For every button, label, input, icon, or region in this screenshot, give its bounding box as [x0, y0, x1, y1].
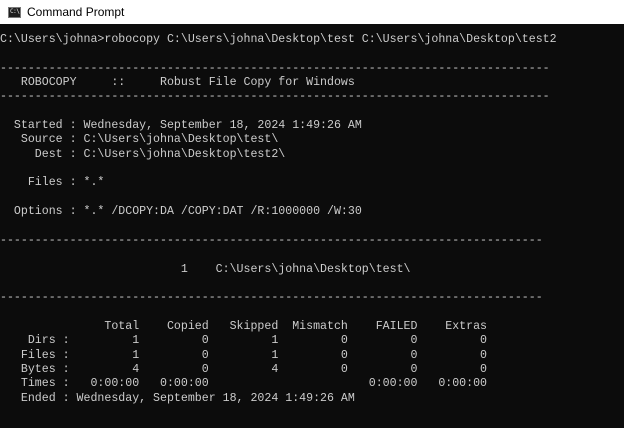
- console-line: Dest : C:\Users\johna\Desktop\test2\: [0, 147, 286, 161]
- command-prompt-icon-glyph: C:\: [10, 8, 20, 15]
- console-line: Ended : Wednesday, September 18, 2024 1:…: [0, 391, 355, 405]
- console-line: 1 C:\Users\johna\Desktop\test\: [0, 262, 411, 276]
- command-prompt-icon: C:\: [8, 6, 21, 18]
- console-line: Dirs : 1 0 1 0 0 0: [0, 334, 488, 348]
- console-line: Started : Wednesday, September 18, 2024 …: [0, 119, 362, 133]
- console-line: Bytes : 4 0 4 0 0 0: [0, 362, 488, 376]
- console-line: ROBOCOPY :: Robust File Copy for Windows: [0, 76, 355, 90]
- console-line: C:\Users\johna>robocopy C:\Users\johna\D…: [0, 33, 557, 46]
- console-line: Source : C:\Users\johna\Desktop\test\: [0, 133, 279, 147]
- console-line: Times : 0:00:00 0:00:00 0:00:00 0:00:00: [0, 377, 488, 391]
- window-title: Command Prompt: [27, 5, 125, 19]
- console-line: ----------------------------------------…: [0, 291, 543, 305]
- console-output[interactable]: C:\Users\johna>robocopy C:\Users\johna\D…: [0, 33, 624, 428]
- title-bar[interactable]: C:\ Command Prompt: [0, 0, 624, 24]
- console-line: ----------------------------------------…: [0, 233, 543, 247]
- command-prompt-window: C:\ Command Prompt C:\Users\johna>roboco…: [0, 0, 624, 428]
- console-line: Files : 1 0 1 0 0 0: [0, 348, 488, 362]
- console-line: Options : *.* /DCOPY:DA /COPY:DAT /R:100…: [0, 205, 362, 219]
- console-line: Total Copied Skipped Mismatch FAILED Ext…: [0, 319, 488, 333]
- console-line: ----------------------------------------…: [0, 61, 550, 75]
- console-line: Files : *.*: [0, 176, 105, 190]
- console-line: ----------------------------------------…: [0, 90, 550, 104]
